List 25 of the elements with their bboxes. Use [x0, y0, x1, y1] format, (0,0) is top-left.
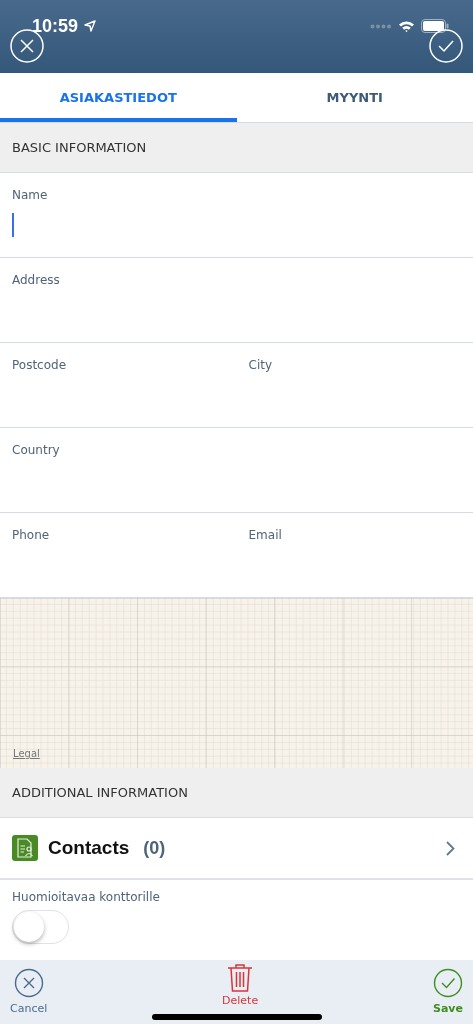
wifi-icon [398, 19, 415, 33]
toggle-switch[interactable] [12, 910, 69, 944]
contacts-row[interactable]: Contacts (0) [0, 818, 473, 880]
input-field[interactable]: Phone [0, 513, 237, 597]
section-title: BASIC INFORMATION [12, 140, 147, 155]
input-field[interactable]: Postcode [0, 343, 237, 427]
status-time: 10:59 [32, 15, 79, 37]
contacts-count: (0) [143, 837, 166, 859]
location-icon [84, 20, 97, 32]
confirm-button[interactable] [429, 29, 463, 63]
input-field[interactable]: Address [0, 258, 473, 342]
contact-document-icon [12, 835, 38, 861]
input-field[interactable]: Name [0, 173, 473, 257]
input-field[interactable]: Email [236, 513, 473, 597]
legal-link[interactable]: Legal [13, 748, 40, 759]
input-field[interactable]: City [236, 343, 473, 427]
section-title: ADDITIONAL INFORMATION [12, 785, 188, 800]
battery-icon [421, 19, 449, 33]
cancel-button[interactable]: Cancel [10, 968, 48, 1015]
contacts-label: Contacts [48, 837, 130, 859]
chevron-right-icon [446, 840, 455, 856]
input-field[interactable]: Country [0, 428, 473, 512]
signal-icon [370, 23, 392, 29]
delete-button[interactable]: Delete [222, 963, 259, 1007]
office-note-label: Huomioitavaa konttorille [12, 890, 160, 904]
